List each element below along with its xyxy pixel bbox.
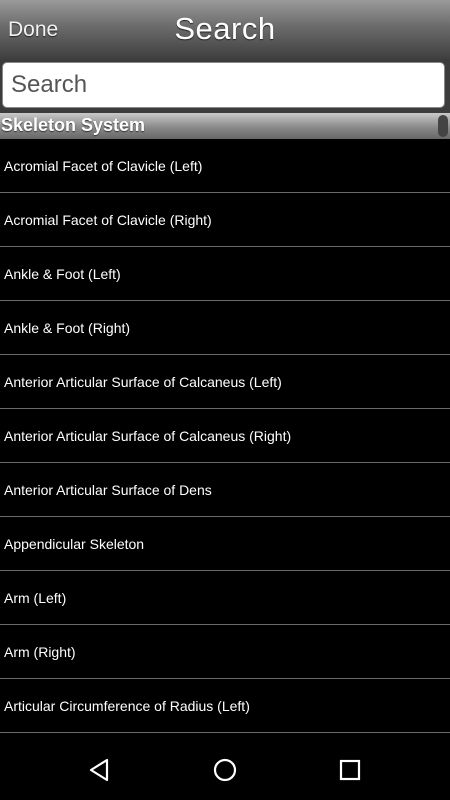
list-item-label: Articular Circumference of Radius (Left) (4, 698, 250, 714)
search-input[interactable] (2, 62, 445, 108)
list-item-label: Acromial Facet of Clavicle (Left) (4, 158, 203, 174)
list-item[interactable]: Appendicular Skeleton (0, 517, 450, 571)
section-header: Skeleton System (0, 113, 450, 139)
search-bar (0, 59, 450, 113)
recent-apps-icon[interactable] (335, 756, 365, 784)
results-list: Acromial Facet of Clavicle (Left) Acromi… (0, 139, 450, 733)
list-item-label: Ankle & Foot (Left) (4, 266, 121, 282)
list-item[interactable]: Ankle & Foot (Left) (0, 247, 450, 301)
list-item[interactable]: Ankle & Foot (Right) (0, 301, 450, 355)
list-item[interactable]: Arm (Right) (0, 625, 450, 679)
page-title: Search (174, 11, 276, 46)
list-item-label: Anterior Articular Surface of Calcaneus … (4, 428, 292, 444)
list-item[interactable]: Arm (Left) (0, 571, 450, 625)
list-item[interactable]: Anterior Articular Surface of Calcaneus … (0, 409, 450, 463)
list-item-label: Arm (Right) (4, 644, 76, 660)
section-label: Skeleton System (1, 115, 146, 135)
top-bar: Done Search (0, 0, 450, 60)
scrollbar-thumb[interactable] (438, 115, 448, 137)
list-item[interactable]: Articular Circumference of Radius (Left) (0, 679, 450, 733)
list-item-label: Arm (Left) (4, 590, 67, 606)
list-item[interactable]: Acromial Facet of Clavicle (Left) (0, 139, 450, 193)
list-item[interactable]: Anterior Articular Surface of Calcaneus … (0, 355, 450, 409)
back-icon[interactable] (85, 756, 115, 784)
list-item[interactable]: Acromial Facet of Clavicle (Right) (0, 193, 450, 247)
list-item-label: Appendicular Skeleton (4, 536, 145, 552)
list-item-label: Anterior Articular Surface of Dens (4, 482, 212, 498)
list-item[interactable]: Anterior Articular Surface of Dens (0, 463, 450, 517)
list-item-label: Acromial Facet of Clavicle (Right) (4, 212, 212, 228)
list-item-label: Anterior Articular Surface of Calcaneus … (4, 374, 282, 390)
home-icon[interactable] (210, 756, 240, 784)
list-item-label: Ankle & Foot (Right) (4, 320, 131, 336)
system-nav-bar (0, 738, 450, 800)
